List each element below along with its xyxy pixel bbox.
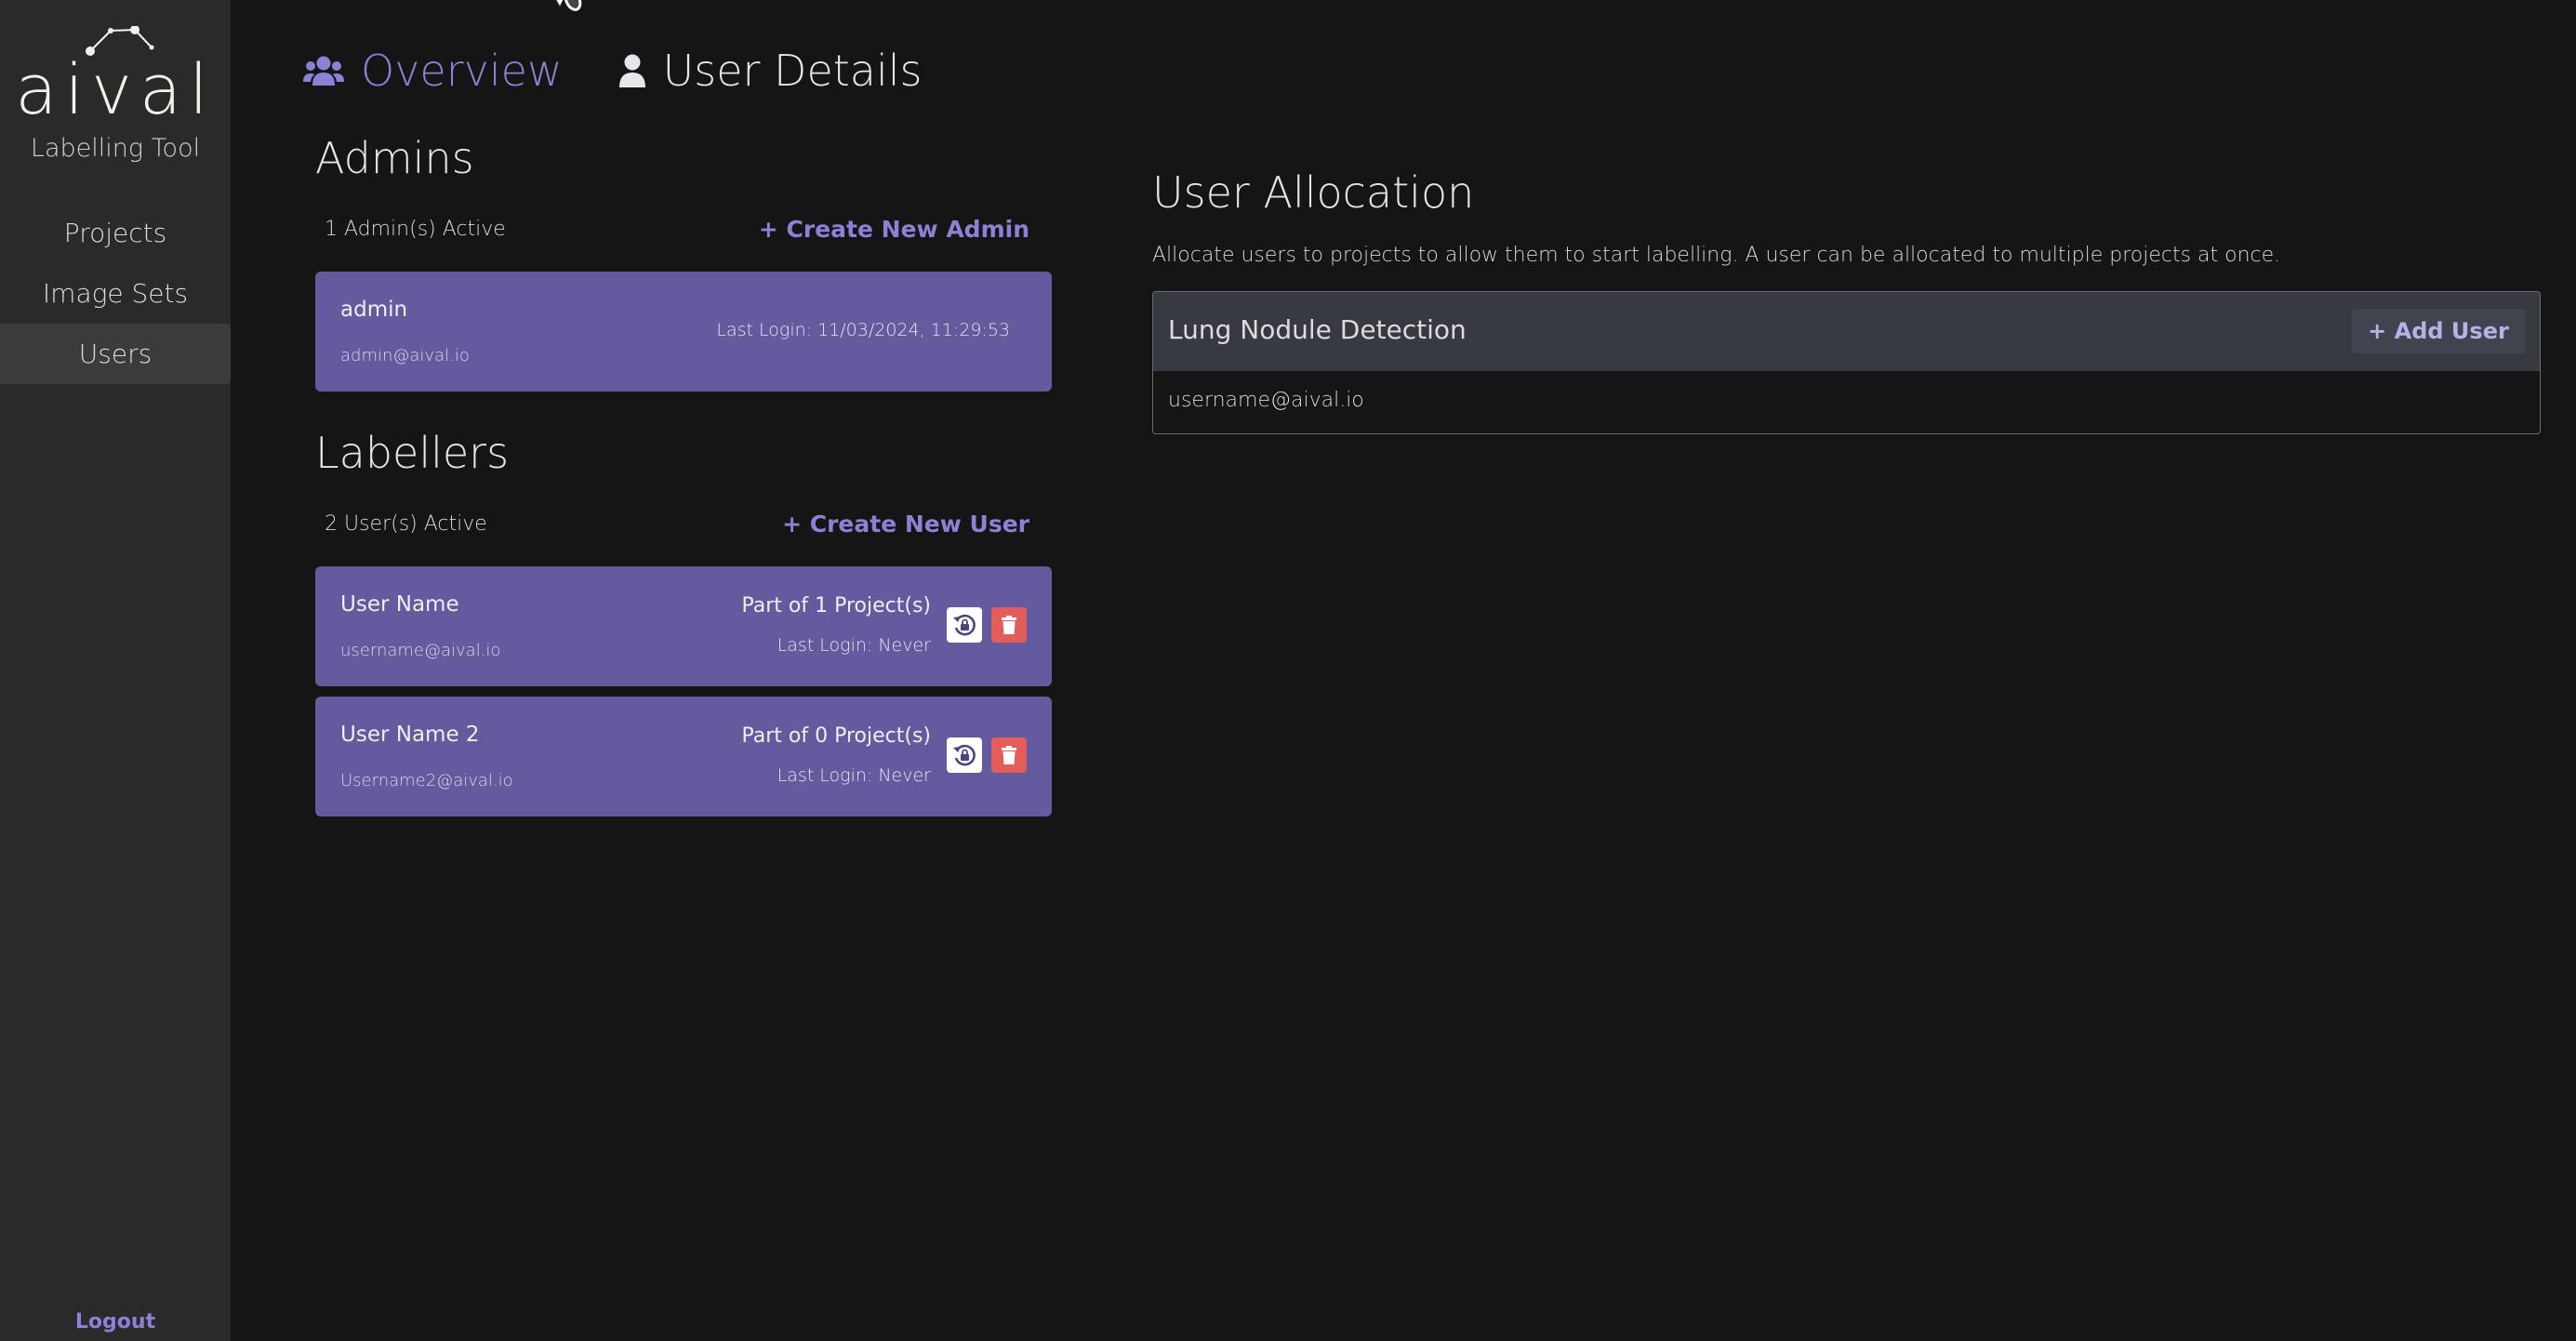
- project-allocation-header: Lung Nodule Detection + Add User: [1153, 292, 2540, 371]
- reset-password-button[interactable]: [947, 737, 982, 773]
- create-new-admin-button[interactable]: + Create New Admin: [759, 216, 1052, 243]
- user-last-login: Last Login: Never: [777, 635, 931, 656]
- admin-email: admin@aival.io: [340, 346, 470, 365]
- trash-icon: [1002, 616, 1016, 634]
- user-project-count: Part of 1 Project(s): [741, 594, 931, 617]
- sidebar: aival Labelling Tool Projects Image Sets…: [0, 0, 231, 1341]
- delete-user-button[interactable]: [991, 737, 1027, 773]
- mouse-cursor-icon: [554, 0, 582, 11]
- trash-icon: [1002, 746, 1016, 764]
- reset-password-icon: [953, 614, 976, 636]
- add-user-button[interactable]: + Add User: [2352, 309, 2525, 353]
- project-allocation-panel: Lung Nodule Detection + Add User usernam…: [1152, 291, 2541, 434]
- labellers-heading: Labellers: [315, 428, 510, 478]
- allocated-user[interactable]: username@aival.io: [1168, 389, 1364, 412]
- labellers-count-row: 2 User(s) Active + Create New User: [315, 511, 1052, 538]
- user-last-login: Last Login: Never: [777, 765, 931, 786]
- tab-user-details[interactable]: User Details: [618, 46, 923, 96]
- sidebar-item-projects[interactable]: Projects: [0, 203, 231, 263]
- logout-link[interactable]: Logout: [0, 1310, 231, 1334]
- logo-wordmark: aival: [15, 50, 216, 130]
- user-allocation-heading: User Allocation: [1152, 167, 1475, 218]
- user-email: username@aival.io: [340, 641, 501, 660]
- tab-overview-label: Overview: [361, 46, 563, 96]
- logo[interactable]: aival Labelling Tool: [0, 26, 231, 163]
- create-new-user-button[interactable]: + Create New User: [782, 511, 1052, 538]
- tab-bar: Overview User Details: [303, 41, 923, 100]
- admins-count-row: 1 Admin(s) Active + Create New Admin: [315, 216, 1052, 243]
- admin-last-login: Last Login: 11/03/2024, 11:29:53: [716, 320, 1010, 340]
- tab-user-details-label: User Details: [662, 46, 923, 96]
- user-card[interactable]: User Name username@aival.io Part of 1 Pr…: [315, 566, 1052, 686]
- admin-card[interactable]: admin admin@aival.io Last Login: 11/03/2…: [315, 272, 1052, 392]
- admins-heading: Admins: [315, 133, 474, 183]
- user-name: User Name 2: [340, 723, 480, 747]
- user-icon: [618, 54, 645, 87]
- tab-overview[interactable]: Overview: [303, 46, 563, 96]
- user-name: User Name: [340, 592, 459, 617]
- reset-password-button[interactable]: [947, 607, 982, 643]
- admins-count: 1 Admin(s) Active: [325, 218, 506, 241]
- admin-name: admin: [340, 298, 408, 322]
- logo-subtitle: Labelling Tool: [30, 134, 201, 163]
- users-icon: [303, 56, 344, 86]
- sidebar-nav: Projects Image Sets Users: [0, 203, 231, 384]
- user-email: Username2@aival.io: [340, 771, 513, 790]
- project-name: Lung Nodule Detection: [1168, 314, 1467, 345]
- delete-user-button[interactable]: [991, 607, 1027, 643]
- user-project-count: Part of 0 Project(s): [741, 724, 931, 748]
- labellers-count: 2 User(s) Active: [325, 512, 487, 536]
- user-card[interactable]: User Name 2 Username2@aival.io Part of 0…: [315, 697, 1052, 817]
- sidebar-item-image-sets[interactable]: Image Sets: [0, 263, 231, 324]
- reset-password-icon: [953, 744, 976, 766]
- user-allocation-description: Allocate users to projects to allow them…: [1152, 244, 2281, 267]
- sidebar-item-users[interactable]: Users: [0, 324, 231, 384]
